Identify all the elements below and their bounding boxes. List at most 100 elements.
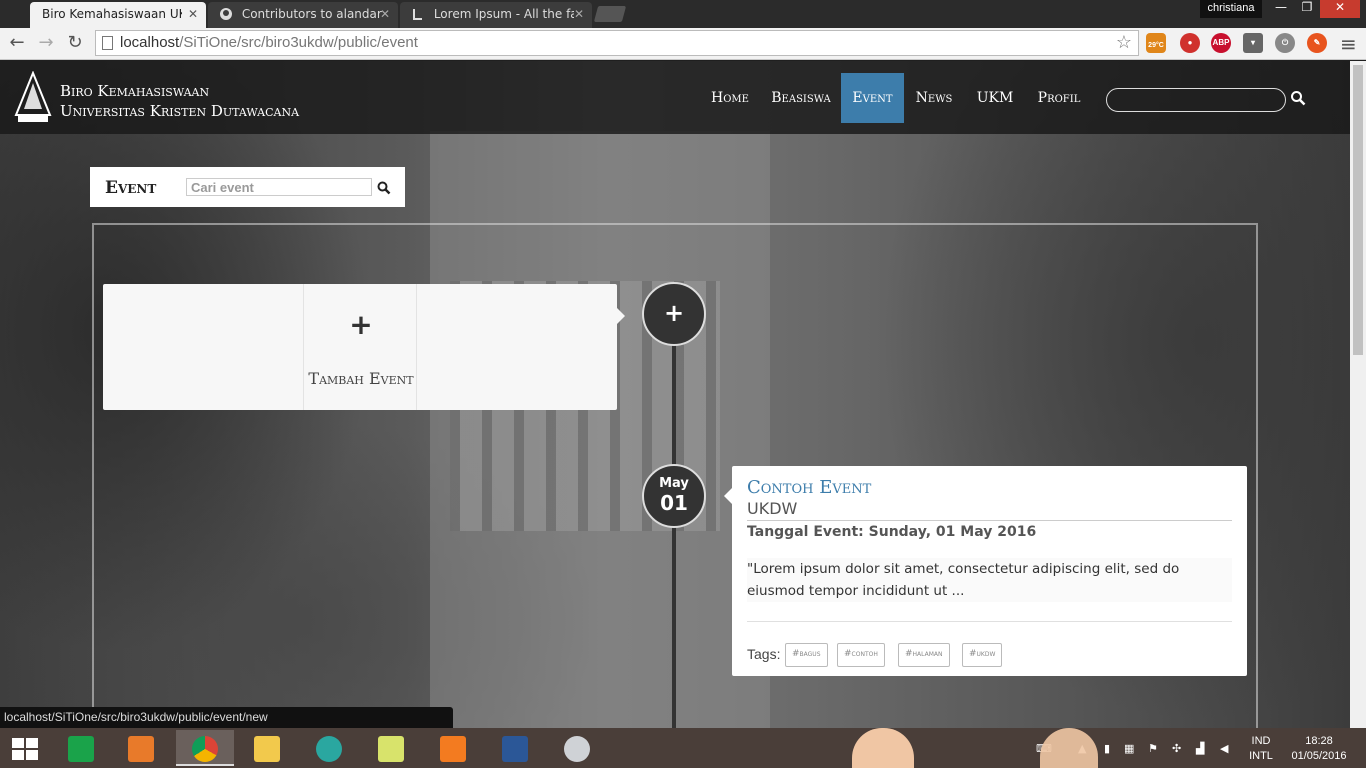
nav-news[interactable]: News: [912, 73, 956, 123]
timeline-date-badge: May 01: [642, 464, 706, 528]
taskbar-xampp-icon[interactable]: [424, 730, 482, 766]
date-month: May: [659, 476, 689, 491]
language-indicator[interactable]: IND INTL: [1244, 734, 1278, 764]
event-title-link[interactable]: Contoh Event: [747, 477, 871, 498]
shield-extension-icon[interactable]: ●: [1180, 33, 1200, 53]
timeline-line: [672, 341, 676, 728]
badge-extension-icon[interactable]: ▾: [1243, 33, 1263, 53]
battery-icon[interactable]: ▮: [1104, 742, 1116, 755]
site-brand[interactable]: Biro Kemahasiswaan Universitas Kristen D…: [60, 81, 299, 121]
lorem-favicon-icon: [413, 9, 422, 20]
add-event-label: Tambah Event: [308, 369, 414, 388]
brand-line-2: Universitas Kristen Dutawacana: [60, 102, 300, 120]
event-search-input[interactable]: [186, 178, 372, 196]
flag-icon[interactable]: ⚑: [1148, 742, 1160, 755]
restore-icon[interactable]: ❐: [1294, 0, 1320, 18]
event-organizer: UKDW: [747, 499, 798, 518]
taskbar-explorer-icon[interactable]: [238, 730, 296, 766]
minimize-icon[interactable]: —: [1268, 0, 1294, 18]
plus-icon: +: [349, 308, 373, 341]
taskbar-chrome-icon[interactable]: [176, 730, 234, 766]
clock-date: 01/05/2016: [1291, 750, 1347, 762]
event-section-title: Event: [105, 178, 157, 198]
back-arrow-icon[interactable]: ←: [5, 32, 29, 53]
tab-biro-kemahasiswaan[interactable]: Biro Kemahasiswaan UKDW ✕: [30, 2, 206, 28]
wifi-icon[interactable]: ▟: [1196, 742, 1208, 755]
page-icon: [102, 36, 113, 50]
tab-title: Contributors to alandarma: [241, 7, 382, 21]
add-event-card[interactable]: + Tambah Event: [103, 284, 625, 410]
power-extension-icon[interactable]: ⏻: [1275, 33, 1295, 53]
event-excerpt: "Lorem ipsum dolor sit amet, consectetur…: [747, 558, 1232, 602]
event-search-icon[interactable]: [377, 181, 391, 195]
tag-contoh[interactable]: #contoh: [837, 643, 885, 667]
tab-title: Lorem Ipsum - All the facts: [433, 7, 574, 21]
taskbar-network-icon[interactable]: [300, 730, 358, 766]
nav-event[interactable]: Event: [841, 73, 904, 123]
profile-button[interactable]: christiana: [1200, 0, 1262, 18]
nav-profil[interactable]: Profil: [1036, 73, 1082, 123]
keyboard-layout: INTL: [1249, 750, 1273, 762]
ukdw-logo-icon: [14, 71, 52, 122]
tab-close-icon[interactable]: ✕: [380, 7, 390, 21]
event-search-bar: Event: [90, 167, 405, 207]
reload-icon[interactable]: ↻: [63, 32, 87, 53]
tag-bagus[interactable]: #bagus: [785, 643, 828, 667]
close-window-icon[interactable]: ✕: [1320, 0, 1360, 18]
windows-start-icon[interactable]: [12, 738, 38, 760]
search-icon[interactable]: [1290, 90, 1306, 106]
tab-close-icon[interactable]: ✕: [188, 7, 198, 21]
language-code: IND: [1251, 735, 1271, 747]
link-status-bubble: localhost/SiTiOne/src/biro3ukdw/public/e…: [0, 707, 453, 728]
url-host: localhost: [120, 34, 180, 51]
tab-title: Biro Kemahasiswaan UKDW: [42, 7, 182, 21]
weather-temp: 29°C: [1148, 42, 1164, 49]
weather-extension-icon[interactable]: 29°C: [1146, 33, 1166, 53]
site-search-input[interactable]: [1106, 88, 1286, 112]
browser-toolbar: ← → ↻ localhost/SiTiOne/src/biro3ukdw/pu…: [0, 28, 1366, 60]
url-path: /SiTiOne/src/biro3ukdw/public/event: [179, 34, 418, 51]
tab-close-icon[interactable]: ✕: [574, 7, 584, 21]
volume-icon[interactable]: ◀: [1220, 742, 1232, 755]
adblock-plus-icon[interactable]: ABP: [1211, 33, 1231, 53]
taskbar-media-icon[interactable]: [112, 730, 170, 766]
tag-halaman[interactable]: #halaman: [898, 643, 950, 667]
nav-ukm[interactable]: UKM: [974, 73, 1016, 123]
taskbar-store-icon[interactable]: [52, 730, 110, 766]
tab-lorem-ipsum[interactable]: Lorem Ipsum - All the facts ✕: [400, 2, 592, 28]
new-tab-button[interactable]: [593, 6, 627, 22]
tags-label: Tags:: [747, 646, 781, 662]
tab-contributors[interactable]: Contributors to alandarma ✕: [208, 2, 398, 28]
address-bar[interactable]: localhost/SiTiOne/src/biro3ukdw/public/e…: [95, 30, 1139, 56]
nav-beasiswa[interactable]: Beasiswa: [768, 73, 834, 123]
date-day: 01: [660, 491, 688, 515]
event-card: Contoh Event UKDW Tanggal Event: Sunday,…: [724, 466, 1247, 676]
site-header: Biro Kemahasiswaan Universitas Kristen D…: [0, 61, 1350, 134]
sync-icon[interactable]: ✣: [1172, 742, 1184, 755]
github-icon: [220, 8, 232, 20]
tag-ukdw[interactable]: #ukdw: [962, 643, 1003, 667]
taskbar-tool-icon[interactable]: [548, 730, 606, 766]
windows-tray-icon[interactable]: ▦: [1124, 742, 1136, 755]
chrome-menu-icon[interactable]: ≡: [1340, 32, 1357, 56]
brand-line-1: Biro Kemahasiswaan: [60, 82, 210, 100]
forward-arrow-icon[interactable]: →: [34, 32, 58, 53]
scrollbar-thumb[interactable]: [1353, 65, 1363, 355]
event-date: Tanggal Event: Sunday, 01 May 2016: [747, 524, 1037, 540]
bookmark-star-icon[interactable]: ☆: [1116, 32, 1132, 53]
taskbar-word-icon[interactable]: [486, 730, 544, 766]
clock[interactable]: 18:28 01/05/2016: [1284, 734, 1354, 764]
abp-label: ABP: [1212, 38, 1230, 47]
add-event-button[interactable]: + Tambah Event: [303, 284, 417, 410]
pen-extension-icon[interactable]: ✎: [1307, 33, 1327, 53]
page-viewport: Biro Kemahasiswaan Universitas Kristen D…: [0, 61, 1350, 728]
nav-home[interactable]: Home: [704, 73, 756, 123]
taskbar-notes-icon[interactable]: [362, 730, 420, 766]
divider: [747, 621, 1232, 622]
page-scrollbar[interactable]: [1350, 61, 1366, 728]
clock-time: 18:28: [1305, 735, 1333, 747]
divider: [747, 520, 1232, 521]
windows-taskbar: ⌨ ▲ ▮ ▦ ⚑ ✣ ▟ ◀ IND INTL 18:28 01/05/201…: [0, 728, 1366, 768]
timeline-add-icon[interactable]: +: [642, 282, 706, 346]
browser-tab-strip: Biro Kemahasiswaan UKDW ✕ Contributors t…: [0, 0, 1366, 28]
